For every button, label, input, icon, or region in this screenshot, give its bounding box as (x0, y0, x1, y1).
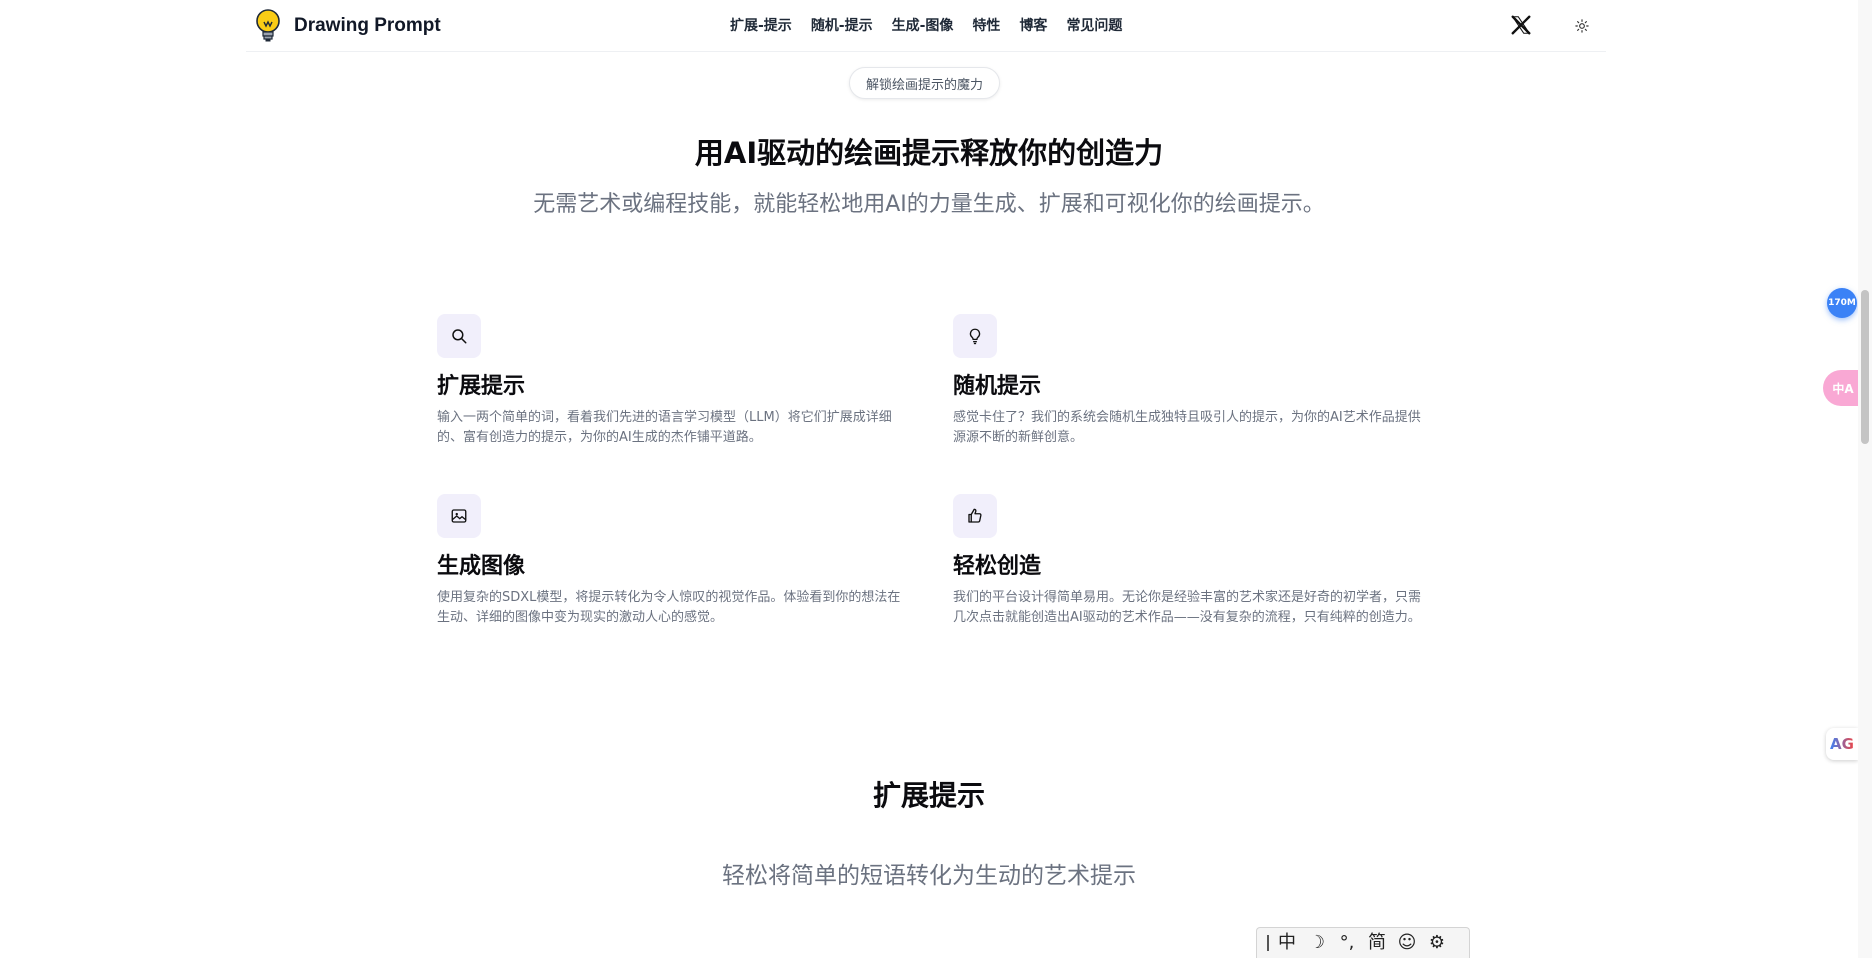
feature-icon-box (437, 314, 481, 358)
nav-random-prompt[interactable]: 随机-提示 (811, 15, 873, 35)
nav-faq[interactable]: 常见问题 (1066, 15, 1122, 35)
feature-icon-box (953, 314, 997, 358)
brand-link[interactable]: Drawing Prompt (254, 8, 441, 44)
section-title: 扩展提示 (872, 779, 985, 812)
x-twitter-icon[interactable] (1510, 14, 1532, 36)
feature-title: 生成图像 (437, 554, 526, 579)
nav-features[interactable]: 特性 (972, 15, 1000, 35)
lightbulb-logo-icon (256, 9, 280, 42)
ime-simplified[interactable]: 简 (1367, 933, 1387, 953)
ime-emoji-icon[interactable]: ☺ (1397, 933, 1417, 953)
search-icon (452, 329, 467, 344)
feature-card-random: 随机提示 感觉卡住了？我们的系统会随机生成独特且吸引人的提示，为你的AI艺术作品… (953, 314, 1423, 448)
nav-blog[interactable]: 博客 (1019, 15, 1047, 35)
ime-drag-handle[interactable] (1267, 935, 1269, 951)
feature-description: 输入一两个简单的词，看着我们先进的语言学习模型（LLM）将它们扩展成详细的、富有… (437, 410, 892, 445)
image-icon (451, 509, 467, 523)
feature-description: 使用复杂的SDXL模型，将提示转化为令人惊叹的视觉作品。体验看到你的想法在生动、… (437, 590, 901, 625)
ime-punctuation[interactable]: °, (1337, 933, 1357, 953)
ime-moon-icon[interactable]: ☽ (1307, 933, 1327, 953)
nav-generate-image[interactable]: 生成-图像 (892, 15, 954, 35)
ime-settings-icon[interactable]: ⚙ (1427, 933, 1447, 953)
feature-card-easy: 轻松创造 我们的平台设计得简单易用。无论你是经验丰富的艺术家还是好奇的初学者，只… (953, 494, 1423, 628)
main-nav: 扩展-提示 随机-提示 生成-图像 特性 博客 常见问题 (730, 15, 1141, 35)
feature-card-expand: 扩展提示 输入一两个简单的词，看着我们先进的语言学习模型（LLM）将它们扩展成详… (437, 314, 907, 448)
feature-description: 感觉卡住了？我们的系统会随机生成独特且吸引人的提示，为你的AI艺术作品提供源源不… (953, 410, 1421, 445)
feature-title: 随机提示 (953, 374, 1042, 399)
feature-title: 轻松创造 (953, 554, 1042, 579)
feature-title: 扩展提示 (437, 374, 526, 399)
top-header: Drawing Prompt 扩展-提示 随机-提示 生成-图像 特性 博客 常… (246, 0, 1606, 52)
ag-extension-button[interactable]: AG (1826, 728, 1858, 760)
feature-icon-box (953, 494, 997, 538)
extension-badge[interactable]: 170M (1827, 288, 1857, 318)
hero-subtitle: 无需艺术或编程技能，就能轻松地用AI的力量生成、扩展和可视化你的绘画提示。 (533, 192, 1325, 217)
section-subtitle: 轻松将简单的短语转化为生动的艺术提示 (722, 863, 1136, 889)
feature-icon-box (437, 494, 481, 538)
scrollbar-thumb[interactable] (1861, 290, 1869, 444)
ime-toolbar: 中 ☽ °, 简 ☺ ⚙ (1256, 927, 1470, 958)
feature-card-generate: 生成图像 使用复杂的SDXL模型，将提示转化为令人惊叹的视觉作品。体验看到你的想… (437, 494, 907, 628)
sun-icon (1575, 19, 1589, 33)
hero-tagline-pill: 解锁绘画提示的魔力 (849, 67, 1001, 99)
theme-toggle-button[interactable] (1564, 8, 1600, 44)
ime-chinese-mode[interactable]: 中 (1277, 933, 1297, 953)
lightbulb-icon (969, 328, 981, 345)
nav-expand-prompt[interactable]: 扩展-提示 (730, 15, 792, 35)
translate-button[interactable]: 中A (1823, 370, 1863, 406)
brand-name: Drawing Prompt (294, 15, 441, 36)
ag-label: AG (1830, 735, 1854, 753)
feature-description: 我们的平台设计得简单易用。无论你是经验丰富的艺术家还是好奇的初学者，只需几次点击… (953, 590, 1422, 625)
hero-title: 用AI驱动的绘画提示释放你的创造力 (694, 136, 1164, 170)
page-scrollbar[interactable] (1858, 0, 1872, 958)
thumbs-up-icon (968, 508, 982, 523)
